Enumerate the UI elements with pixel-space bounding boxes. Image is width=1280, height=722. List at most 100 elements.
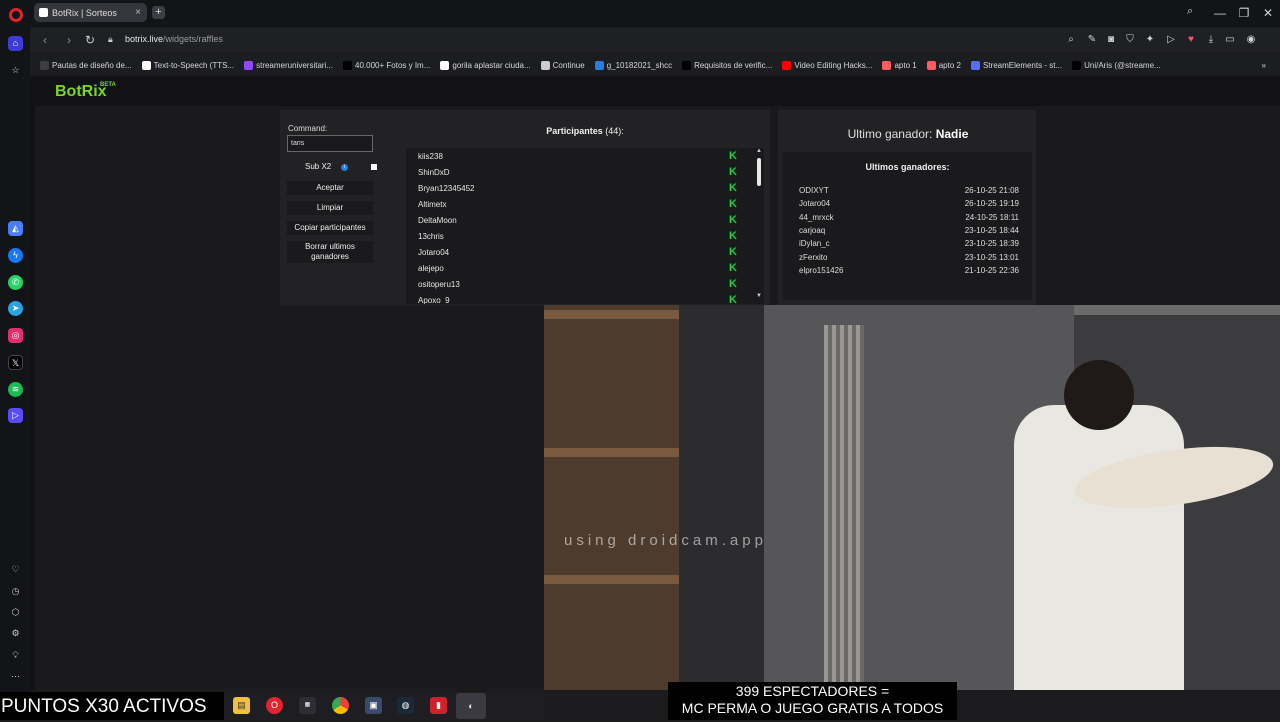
bookmark-item[interactable]: Text-to-Speech (TTS... <box>141 60 234 70</box>
history-icon[interactable]: ◷ <box>8 584 23 599</box>
copy-participants-button[interactable]: Copiar participantes <box>287 221 373 235</box>
bookmark-item[interactable]: Requisitos de verific... <box>682 60 773 70</box>
edit-icon[interactable]: ✎ <box>1085 33 1099 47</box>
telegram-icon[interactable]: ➤ <box>8 301 23 316</box>
bookmark-item[interactable]: StreamElements - st... <box>970 60 1063 70</box>
sub-x2-checkbox[interactable] <box>371 164 377 170</box>
info-icon[interactable]: i <box>341 164 348 171</box>
wallet-icon[interactable]: ▭ <box>1223 33 1237 47</box>
clear-button[interactable]: Limpiar <box>287 201 373 215</box>
bookmark-item[interactable]: 40.000+ Fotos y Im... <box>343 60 430 70</box>
files-icon[interactable]: ▤ <box>233 697 250 714</box>
participant-name: ositoperu13 <box>418 280 460 289</box>
game-icon[interactable]: ▦ <box>299 697 316 714</box>
kick-badge-icon: K <box>729 262 737 274</box>
whatsapp-icon[interactable]: ✆ <box>8 275 23 290</box>
cube-icon[interactable]: ⬡ <box>8 605 23 620</box>
obs-icon[interactable]: ◐ <box>456 693 486 719</box>
bookmarks-more-icon[interactable]: » <box>1262 61 1266 70</box>
kick-badge-icon: K <box>729 182 737 194</box>
winner-name: zFerxito <box>799 252 828 262</box>
app-icon[interactable]: ▣ <box>365 697 382 714</box>
delete-winners-line2: ganadores <box>311 252 349 261</box>
steam-icon[interactable]: ◍ <box>397 697 414 714</box>
forward-icon[interactable]: › <box>62 32 76 48</box>
shelf-board <box>544 310 679 319</box>
bookmark-item[interactable]: Continue <box>540 60 585 70</box>
scroll-up-icon[interactable]: ▲ <box>756 148 762 154</box>
url-field[interactable]: botrix.live/widgets/raffles <box>125 34 223 44</box>
new-tab-button[interactable]: + <box>152 6 165 19</box>
search-page-icon[interactable]: ⌕ <box>1064 33 1078 47</box>
bookmark-item[interactable]: apto 2 <box>926 60 961 70</box>
scroll-down-icon[interactable]: ▼ <box>756 293 762 299</box>
beta-badge: BETA <box>100 82 116 88</box>
winner-row: iDylan_c 23-10-25 18:39 <box>799 239 1019 248</box>
bookmark-label: apto 1 <box>894 60 917 70</box>
bookmark-item[interactable]: Video Editing Hacks... <box>782 60 873 70</box>
x-icon[interactable]: 𝕏 <box>8 355 23 370</box>
bookmark-icon <box>343 60 353 70</box>
bookmark-item[interactable]: streameruniversitari... <box>244 60 333 70</box>
bookmark-icon <box>782 60 792 70</box>
botrix-logo[interactable]: BotRix <box>55 83 107 101</box>
home-icon[interactable]: ⌂ <box>8 36 23 51</box>
bookmark-item[interactable]: apto 1 <box>882 60 917 70</box>
bookmark-item[interactable]: gorila aplastar ciuda... <box>440 60 531 70</box>
winner-name: elpro151426 <box>799 265 844 275</box>
opera-icon[interactable]: O <box>266 697 283 714</box>
bookmark-icon <box>244 60 254 70</box>
search-tabs-icon[interactable]: ⌕ <box>1187 5 1201 19</box>
download-icon[interactable]: ⤓ <box>1204 33 1218 47</box>
accept-button[interactable]: Aceptar <box>287 181 373 195</box>
participants-list[interactable]: kiis238 K ShinDxD K Bryan12345452 K Altimetx K D… <box>406 148 764 304</box>
tab-close-icon[interactable]: × <box>135 7 141 18</box>
settings-icon[interactable]: ⚙ <box>8 626 23 641</box>
heart-outline-icon[interactable]: ♡ <box>8 562 23 577</box>
ai-icon[interactable]: ✦ <box>1143 33 1157 47</box>
winner-date: 23-10-25 18:39 <box>964 239 1019 249</box>
winner-date: 26-10-25 19:19 <box>964 199 1019 209</box>
maximize-button[interactable]: ❐ <box>1234 4 1254 22</box>
maps-icon[interactable]: ◭ <box>8 221 23 236</box>
chrome-icon[interactable] <box>332 697 349 714</box>
droidcam-watermark: using droidcam.app <box>564 532 767 549</box>
minimize-button[interactable]: — <box>1210 4 1230 22</box>
shelf-board <box>544 448 679 457</box>
reload-icon[interactable]: ↻ <box>83 32 97 48</box>
bookmark-label: StreamElements - st... <box>982 60 1063 70</box>
camera-icon[interactable]: ◙ <box>1104 33 1118 47</box>
winner-row: Jotaro04 26-10-25 19:19 <box>799 199 1019 208</box>
star-icon[interactable]: ☆ <box>8 63 23 78</box>
profile-icon[interactable]: ◉ <box>1244 33 1258 47</box>
participant-name: kiis238 <box>418 152 443 161</box>
instagram-icon[interactable]: ◎ <box>8 328 23 343</box>
bookmark-item[interactable]: g_10182021_shcc <box>594 60 673 70</box>
scroll-thumb[interactable] <box>757 158 761 186</box>
participant-name: Apoxo_9 <box>418 296 450 304</box>
bookmark-label: g_10182021_shcc <box>606 60 673 70</box>
bookmark-item[interactable]: Pautas de diseño de... <box>40 60 132 70</box>
browser-tab[interactable]: BotRix | Sorteos × <box>34 3 147 22</box>
shield-icon[interactable]: ⛉ <box>1123 33 1137 47</box>
lock-icon[interactable]: 🔒︎ <box>108 34 117 44</box>
bookmark-label: Video Editing Hacks... <box>794 60 873 70</box>
bookmark-label: Requisitos de verific... <box>694 60 773 70</box>
messenger-icon[interactable]: ϟ <box>8 248 23 263</box>
bookmark-item[interactable]: Uni/Aris (@streame... <box>1072 60 1161 70</box>
play-icon[interactable]: ▷ <box>1164 33 1178 47</box>
command-input[interactable] <box>287 135 373 152</box>
bulb-icon[interactable]: 💡︎ <box>8 648 23 663</box>
close-window-button[interactable]: ✕ <box>1258 4 1278 22</box>
player-icon[interactable]: ▷ <box>8 408 23 423</box>
participant-name: Bryan12345452 <box>418 184 475 193</box>
bookmark-label: apto 2 <box>938 60 961 70</box>
opera-logo-icon[interactable] <box>9 8 23 22</box>
media-icon[interactable]: ▮ <box>430 697 447 714</box>
participants-count: (44): <box>605 126 624 136</box>
more-icon[interactable]: ⋯ <box>8 669 23 684</box>
delete-winners-button[interactable]: Borrar ultimos ganadores <box>287 241 373 263</box>
back-icon[interactable]: ‹ <box>38 32 52 48</box>
spotify-icon[interactable]: ≋ <box>8 382 23 397</box>
heart-icon[interactable]: ♥ <box>1184 33 1198 47</box>
